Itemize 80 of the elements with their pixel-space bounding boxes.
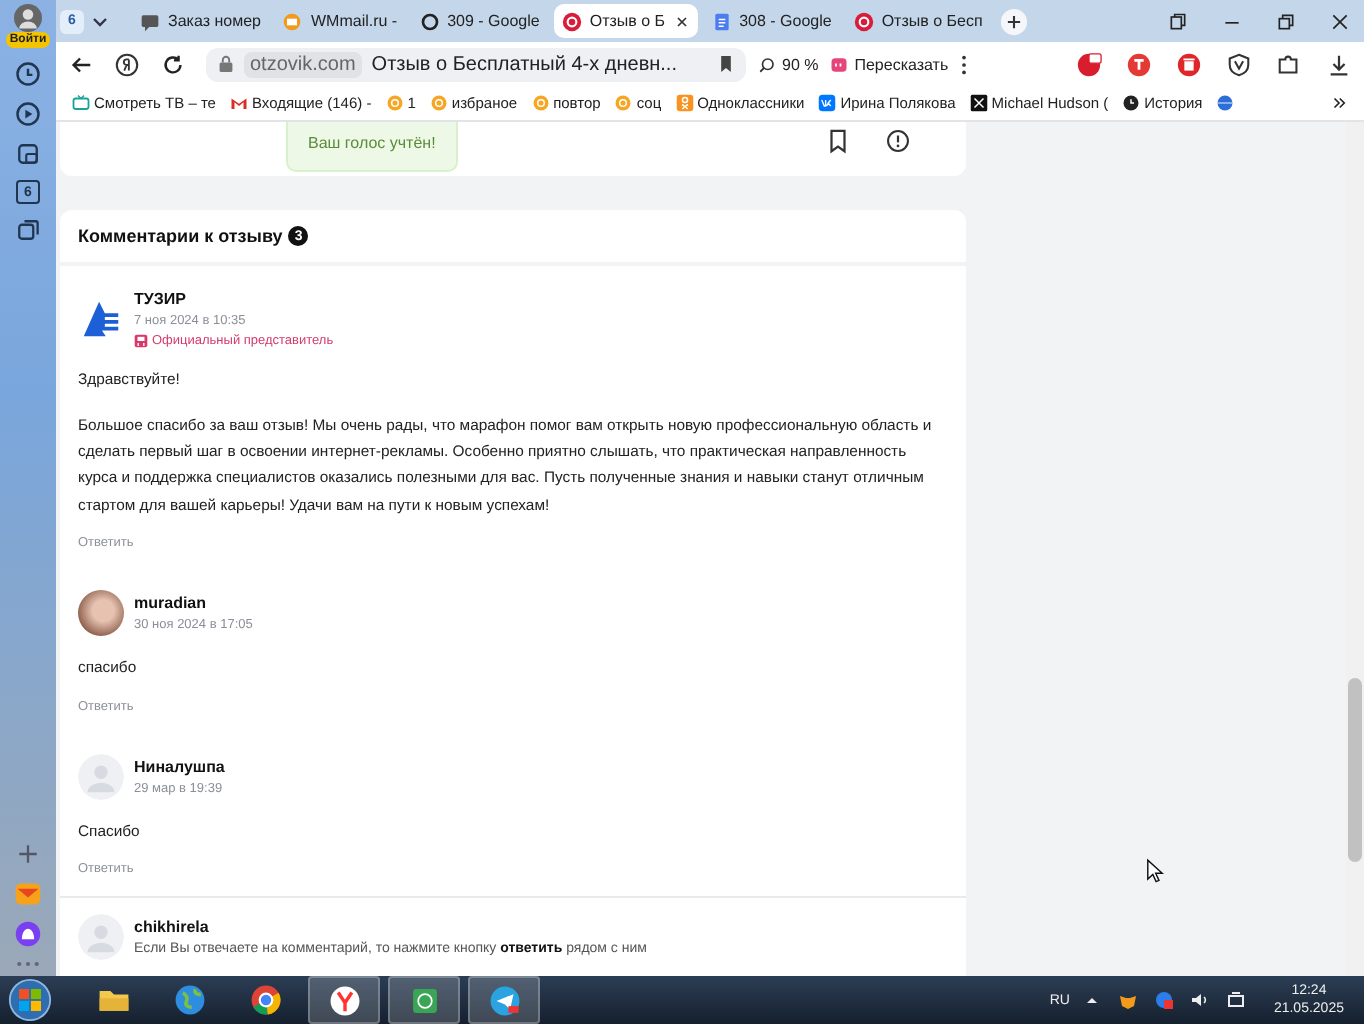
tv-icon bbox=[72, 94, 90, 112]
browser-tab[interactable]: 308 - Google bbox=[703, 4, 840, 38]
download-icon[interactable] bbox=[1326, 51, 1352, 77]
scrollbar-thumb[interactable] bbox=[1348, 678, 1362, 862]
chat-icon bbox=[140, 11, 160, 31]
network-icon[interactable] bbox=[1225, 990, 1246, 1010]
official-badge-icon bbox=[134, 334, 148, 349]
history-icon bbox=[1122, 94, 1141, 112]
review-site-icon bbox=[561, 11, 582, 31]
vote-confirmation: Ваш голос учтён! bbox=[286, 122, 458, 172]
default-avatar-icon bbox=[78, 914, 124, 960]
speaker-icon[interactable] bbox=[1189, 990, 1210, 1010]
quote-icon bbox=[830, 55, 849, 73]
taskbar-button[interactable] bbox=[468, 976, 540, 1024]
shield-check-icon[interactable] bbox=[1226, 51, 1252, 77]
comments-title: Комментарии к отзыву bbox=[78, 226, 283, 247]
swirl-icon bbox=[429, 94, 448, 112]
swirl-icon bbox=[614, 94, 633, 112]
browser-tab[interactable]: WMmail.ru - bbox=[274, 4, 406, 38]
swirl-icon bbox=[385, 94, 404, 112]
zoom-button[interactable]: 90 % bbox=[758, 49, 819, 79]
comment-author: chikhirela bbox=[134, 918, 211, 936]
y-logo-icon bbox=[327, 983, 361, 1017]
copy-icon[interactable] bbox=[14, 216, 42, 244]
more-vertical-icon[interactable] bbox=[960, 51, 969, 77]
magnifier-icon bbox=[758, 55, 776, 73]
review-site-icon bbox=[853, 11, 874, 31]
extension-icon[interactable] bbox=[1076, 51, 1102, 77]
assistant-icon[interactable] bbox=[14, 920, 42, 948]
comment-author[interactable]: ТУЗИР bbox=[134, 290, 334, 309]
user-icon bbox=[13, 4, 42, 32]
plus-icon[interactable] bbox=[14, 840, 42, 868]
chrome-icon[interactable] bbox=[248, 982, 284, 1018]
domain-label: otzovik.com bbox=[244, 51, 362, 77]
new-tab-icon[interactable] bbox=[1000, 7, 1029, 35]
address-bar[interactable]: otzovik.com Отзыв о Бесплатный 4-х дневн... bbox=[206, 47, 746, 81]
x-logo-icon bbox=[969, 94, 988, 112]
browser-tab[interactable]: Отзыв о Бесп bbox=[845, 4, 991, 38]
taskbar-button[interactable] bbox=[388, 976, 460, 1024]
app-badge-icon[interactable] bbox=[1153, 990, 1174, 1010]
envelope-icon bbox=[282, 11, 303, 31]
close-icon[interactable] bbox=[1330, 11, 1350, 31]
sphere-icon[interactable] bbox=[1216, 94, 1235, 112]
browser-tab[interactable]: Заказ номер bbox=[132, 4, 269, 38]
restore-icon[interactable] bbox=[1276, 11, 1296, 31]
paper-plane-icon bbox=[487, 983, 521, 1017]
reload-icon[interactable] bbox=[160, 51, 186, 77]
shield-icon[interactable] bbox=[1126, 51, 1152, 77]
ring-icon bbox=[419, 11, 440, 31]
start-button[interactable] bbox=[8, 978, 52, 1022]
page-title: Отзыв о Бесплатный 4-х дневн... bbox=[371, 53, 679, 75]
lock-icon[interactable] bbox=[218, 54, 234, 74]
document-icon bbox=[711, 11, 732, 31]
comment-author[interactable]: muradian bbox=[134, 594, 253, 613]
notebook-icon bbox=[407, 983, 441, 1017]
warning-icon[interactable] bbox=[886, 128, 910, 154]
comment-author[interactable]: Ниналушпа bbox=[134, 757, 225, 776]
play-icon[interactable] bbox=[14, 100, 42, 128]
tabs-icon[interactable] bbox=[1168, 11, 1188, 31]
envelope-icon bbox=[229, 94, 248, 112]
yandex-circle-icon[interactable] bbox=[114, 51, 140, 77]
browser-tab[interactable]: Отзыв о Б bbox=[553, 4, 698, 38]
browser-tab[interactable]: 309 - Google bbox=[411, 4, 548, 38]
mouse-cursor-icon bbox=[1146, 858, 1164, 884]
bookmark-icon[interactable] bbox=[718, 54, 734, 74]
default-avatar-icon bbox=[78, 753, 124, 800]
chevron-double-right-icon[interactable] bbox=[1330, 94, 1348, 112]
close-icon[interactable] bbox=[673, 13, 690, 29]
avatar-photo-placeholder bbox=[78, 590, 124, 637]
swirl-icon bbox=[531, 94, 550, 112]
retell-button[interactable]: Пересказать bbox=[830, 49, 949, 79]
puzzle-icon[interactable] bbox=[1276, 51, 1302, 77]
taskbar-button[interactable] bbox=[308, 976, 380, 1024]
ok-logo-icon bbox=[675, 94, 694, 112]
bookmark-icon[interactable] bbox=[826, 128, 850, 154]
trash-icon[interactable] bbox=[1176, 51, 1202, 77]
vk-logo-icon bbox=[818, 94, 837, 112]
globe-icon[interactable] bbox=[172, 982, 208, 1018]
scrollbar[interactable] bbox=[1346, 122, 1364, 976]
clock-icon[interactable] bbox=[14, 60, 42, 88]
